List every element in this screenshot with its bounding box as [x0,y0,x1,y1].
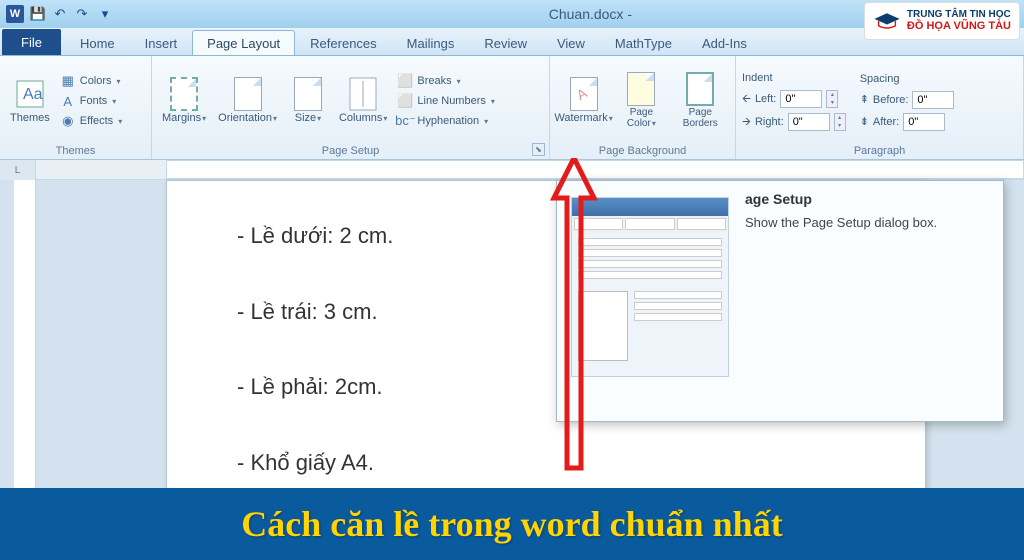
tab-insert[interactable]: Insert [130,30,193,55]
group-themes: Aa Themes ▦Colors▾ AFonts▾ ◉Effects▾ The… [0,56,152,159]
colors-button[interactable]: ▦Colors▾ [58,72,124,90]
page-color-icon [625,73,657,105]
effects-button[interactable]: ◉Effects▾ [58,112,124,130]
spacing-after-input[interactable] [903,113,945,131]
word-icon: W [6,5,24,23]
after-label: After: [873,116,899,128]
tab-view[interactable]: View [542,30,600,55]
spacing-before-icon: ⇞ [860,93,869,106]
breaks-button[interactable]: ⬜Breaks▾ [395,72,497,90]
spinner[interactable]: ▴▾ [834,113,846,131]
page-setup-tooltip: age Setup Show the Page Setup dialog box… [556,180,1004,422]
page-setup-launcher[interactable]: ⬊ [532,143,545,156]
line-numbers-button[interactable]: ⬜Line Numbers▾ [395,92,497,110]
page-color-button[interactable]: Page Color▾ [615,59,667,143]
logo-line2: ĐỒ HỌA VŨNG TÀU [907,20,1011,32]
columns-icon [347,78,379,110]
tooltip-thumbnail [571,197,729,377]
tab-home[interactable]: Home [65,30,130,55]
watermark-logo: TRUNG TÂM TIN HỌC ĐỒ HỌA VŨNG TÀU [864,2,1020,40]
line-numbers-icon: ⬜ [397,93,413,109]
doc-line: - Khổ giấy A4. [237,432,905,494]
group-label-paragraph: Paragraph [742,143,1017,157]
indent-left-input[interactable] [780,90,822,108]
logo-line1: TRUNG TÂM TIN HỌC [907,9,1011,20]
redo-icon[interactable]: ↷ [74,6,90,22]
caption-text: Cách căn lề trong word chuẩn nhất [241,503,782,545]
orientation-icon [232,78,264,110]
caption-banner: Cách căn lề trong word chuẩn nhất [0,488,1024,560]
tab-review[interactable]: Review [469,30,542,55]
group-paragraph: Indent 🡨 Left: ▴▾ 🡪 Right: ▴▾ Spacing ⇞ Befor… [736,56,1024,159]
left-label: Left: [755,93,776,105]
group-label-page-background: Page Background [556,143,729,157]
group-page-background: AWatermark▾ Page Color▾ Page Borders Pag… [550,56,736,159]
page-borders-button[interactable]: Page Borders [672,59,729,143]
graduation-cap-icon [873,10,901,32]
fonts-button[interactable]: AFonts▾ [58,92,124,110]
group-page-setup: Margins▾ Orientation▾ Size▾ Columns▾ ⬜Br… [152,56,550,159]
ruler-corner[interactable]: L [0,160,36,180]
indent-left-icon: 🡨 [742,90,751,109]
tab-references[interactable]: References [295,30,391,55]
indent-right-input[interactable] [788,113,830,131]
indent-right-icon: 🡪 [742,113,751,132]
group-label-themes: Themes [6,143,145,157]
hyphenation-button[interactable]: bc⁻Hyphenation▾ [395,112,497,130]
size-icon [292,78,324,110]
document-area: - Lề dưới: 2 cm. - Lề trái: 3 cm. - Lề p… [0,180,1024,520]
margins-icon [168,78,200,110]
colors-icon: ▦ [60,73,76,89]
tooltip-body: Show the Page Setup dialog box. [745,215,937,230]
indent-label: Indent [742,72,846,84]
tab-mathtype[interactable]: MathType [600,30,687,55]
ribbon: Aa Themes ▦Colors▾ AFonts▾ ◉Effects▾ The… [0,56,1024,160]
themes-icon: Aa [14,78,46,110]
right-label: Right: [755,116,784,128]
hyphenation-icon: bc⁻ [397,113,413,129]
undo-icon[interactable]: ↶ [52,6,68,22]
margins-button[interactable]: Margins▾ [158,59,210,143]
ruler-area: L [0,160,1024,180]
watermark-button[interactable]: AWatermark▾ [556,59,611,143]
tab-file[interactable]: File [2,29,61,55]
document-title: Chuan.docx - [362,6,662,22]
effects-icon: ◉ [60,113,76,129]
qat-dropdown-icon[interactable]: ▾ [97,6,113,22]
columns-button[interactable]: Columns▾ [335,59,391,143]
group-label-page-setup: Page Setup⬊ [158,143,543,157]
fonts-icon: A [60,93,76,109]
orientation-button[interactable]: Orientation▾ [214,59,281,143]
spacing-before-input[interactable] [912,91,954,109]
tab-page-layout[interactable]: Page Layout [192,30,295,55]
page-borders-icon [684,73,716,105]
horizontal-ruler[interactable] [166,160,1024,179]
spacing-label: Spacing [860,73,955,85]
vertical-ruler[interactable] [14,180,36,520]
quick-access-toolbar: 💾 ↶ ↷ ▾ [30,6,113,22]
tab-mailings[interactable]: Mailings [392,30,470,55]
spinner[interactable]: ▴▾ [826,90,838,108]
spacing-after-icon: ⇟ [860,115,869,128]
watermark-icon: A [568,78,600,110]
svg-text:Aa: Aa [23,86,43,103]
size-button[interactable]: Size▾ [285,59,331,143]
save-icon[interactable]: 💾 [30,6,46,22]
tooltip-title: age Setup [745,191,937,207]
tab-addins[interactable]: Add-Ins [687,30,762,55]
themes-button[interactable]: Aa Themes [6,59,54,143]
before-label: Before: [873,94,908,106]
breaks-icon: ⬜ [397,73,413,89]
